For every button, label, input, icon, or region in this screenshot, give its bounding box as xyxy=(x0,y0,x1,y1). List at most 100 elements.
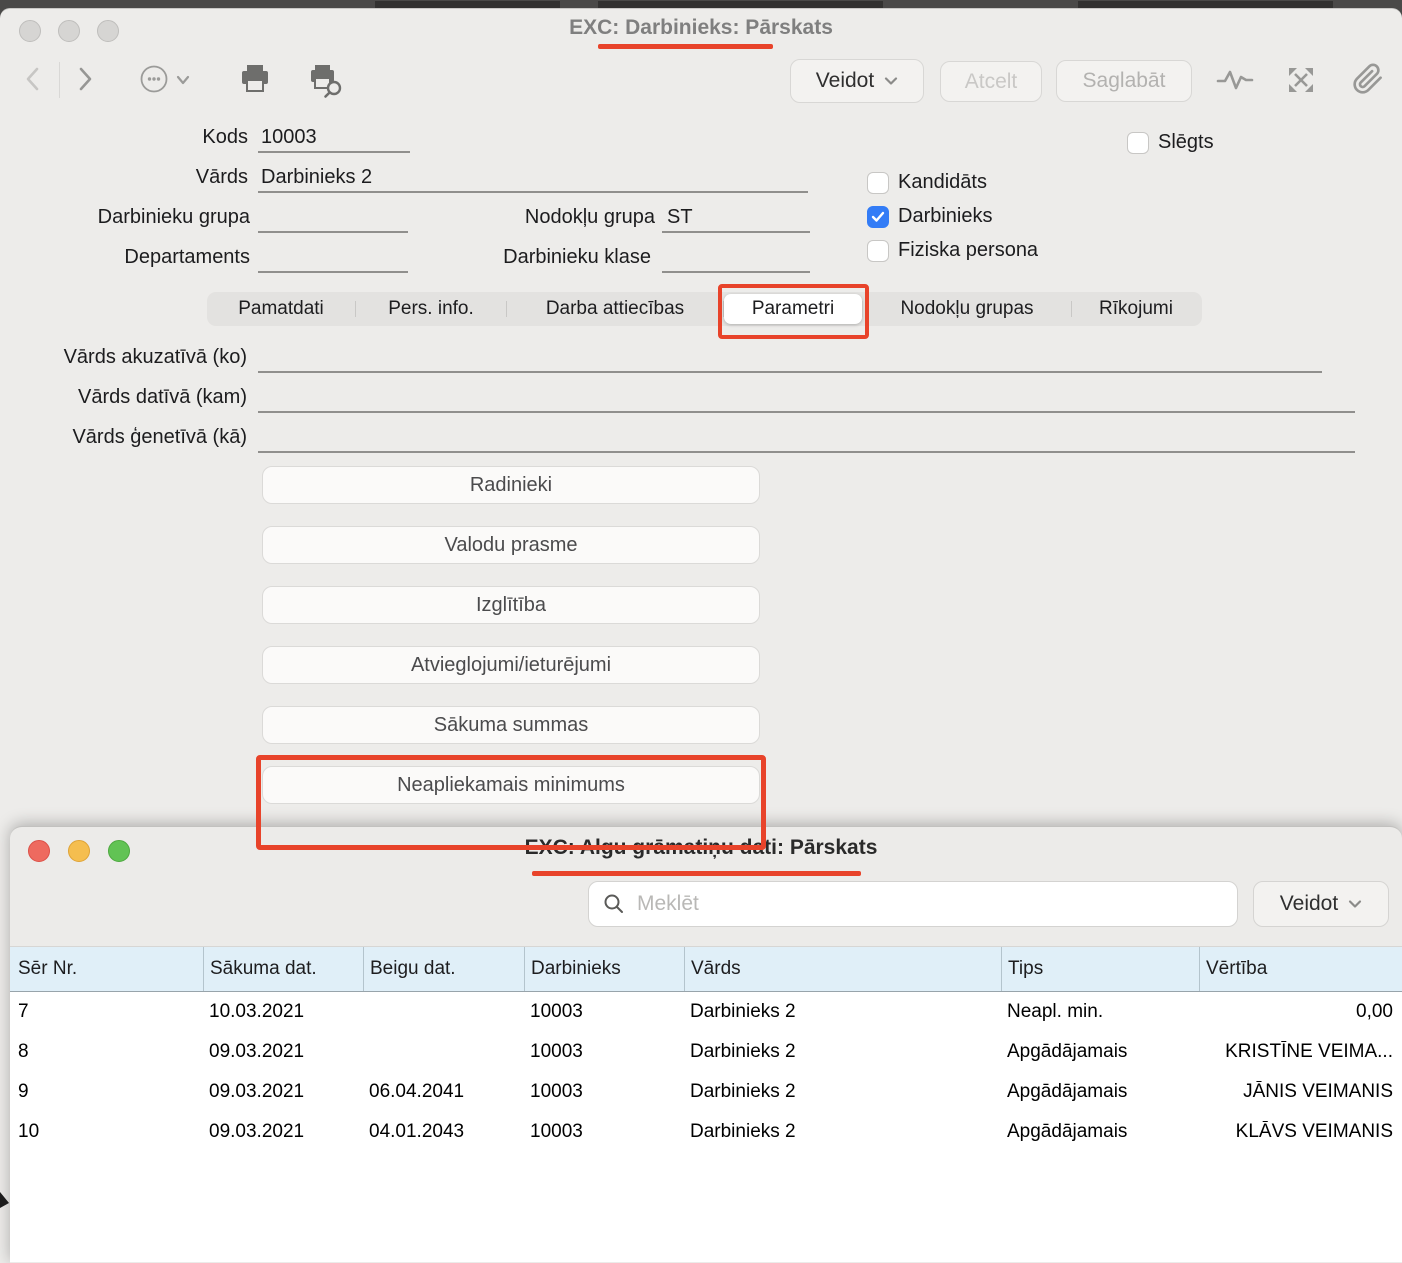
column-darbinieks[interactable]: Darbinieks xyxy=(524,947,684,991)
departaments-label: Departaments xyxy=(0,246,250,269)
chevron-down-icon xyxy=(1348,899,1362,909)
cell-sakuma-dat: 09.03.2021 xyxy=(203,1121,363,1143)
column-ser-nr[interactable]: Sēr Nr. xyxy=(10,947,203,991)
nodoklu-grupa-field[interactable]: ST xyxy=(667,206,807,229)
save-button-label: Saglabāt xyxy=(1083,69,1166,93)
cell-darbinieks: 10003 xyxy=(524,1081,684,1103)
cell-ser-nr: 8 xyxy=(10,1041,203,1063)
kods-field-line xyxy=(258,151,410,153)
kandidats-label: Kandidāts xyxy=(898,171,987,194)
vards-akuzativa-label: Vārds akuzatīvā (ko) xyxy=(0,346,247,369)
tab-rikojumi[interactable]: Rīkojumi xyxy=(1072,294,1200,324)
fiziska-persona-label: Fiziska persona xyxy=(898,239,1038,262)
annotation-title-underline xyxy=(598,44,773,49)
cell-vertiba: KRISTĪNE VEIMA... xyxy=(1199,1041,1402,1063)
annotation-parametri-box xyxy=(718,284,869,339)
slegts-checkbox[interactable]: Slēgts xyxy=(1127,131,1214,154)
cancel-button[interactable]: Atcelt xyxy=(940,61,1042,102)
cell-tips: Neapl. min. xyxy=(1001,1001,1199,1023)
table-header: Sēr Nr. Sākuma dat. Beigu dat. Darbiniek… xyxy=(10,946,1402,992)
darbinieku-klase-label: Darbinieku klase xyxy=(400,246,651,269)
search-input[interactable] xyxy=(635,891,1237,917)
checkmark-icon xyxy=(871,211,885,223)
vards-genetiva-label: Vārds ģenetīvā (kā) xyxy=(0,426,247,449)
print-preview-icon[interactable] xyxy=(306,62,346,100)
tab-bar: Pamatdati Pers. info. Darba attiecības P… xyxy=(207,292,1202,326)
back-icon[interactable] xyxy=(20,64,46,94)
cell-vards: Darbinieks 2 xyxy=(684,1121,1001,1143)
darbinieks-label: Darbinieks xyxy=(898,205,992,228)
vards-field-line xyxy=(258,191,808,193)
search-icon xyxy=(603,893,625,915)
cell-vards: Darbinieks 2 xyxy=(684,1001,1001,1023)
nodoklu-grupa-field-line xyxy=(662,231,810,233)
create-button[interactable]: Veidot xyxy=(790,59,924,103)
table-row[interactable]: 7 10.03.2021 10003 Darbinieks 2 Neapl. m… xyxy=(10,992,1402,1032)
create-button[interactable]: Veidot xyxy=(1253,881,1389,927)
cell-ser-nr: 10 xyxy=(10,1121,203,1143)
nodoklu-grupa-label: Nodokļu grupa xyxy=(400,206,655,229)
more-options-icon[interactable] xyxy=(138,64,196,94)
cell-vards: Darbinieks 2 xyxy=(684,1081,1001,1103)
attachment-icon[interactable] xyxy=(1352,62,1384,96)
table-row[interactable]: 9 09.03.2021 06.04.2041 10003 Darbinieks… xyxy=(10,1072,1402,1112)
column-vards[interactable]: Vārds xyxy=(684,947,1001,991)
table-row[interactable]: 8 09.03.2021 10003 Darbinieks 2 Apgādāja… xyxy=(10,1032,1402,1072)
cell-sakuma-dat: 09.03.2021 xyxy=(203,1041,363,1063)
darbinieku-grupa-label: Darbinieku grupa xyxy=(0,206,250,229)
activity-icon[interactable] xyxy=(1216,67,1254,93)
column-sakuma-dat[interactable]: Sākuma dat. xyxy=(203,947,363,991)
create-button-label: Veidot xyxy=(1280,892,1338,916)
cell-ser-nr: 7 xyxy=(10,1001,203,1023)
cell-darbinieks: 10003 xyxy=(524,1121,684,1143)
cell-vertiba: KLĀVS VEIMANIS xyxy=(1199,1121,1402,1143)
cell-vards: Darbinieks 2 xyxy=(684,1041,1001,1063)
vards-akuzativa-field[interactable] xyxy=(258,371,1322,373)
column-beigu-dat[interactable]: Beigu dat. xyxy=(363,947,524,991)
search-field[interactable] xyxy=(588,881,1238,927)
fiziska-persona-checkbox[interactable]: Fiziska persona xyxy=(867,239,1038,262)
save-button[interactable]: Saglabāt xyxy=(1056,60,1192,102)
vards-field[interactable]: Darbinieks 2 xyxy=(261,166,801,189)
cell-darbinieks: 10003 xyxy=(524,1001,684,1023)
atvieglojumi-ieturejumi-button[interactable]: Atvieglojumi/ieturējumi xyxy=(262,646,760,684)
radinieki-button[interactable]: Radinieki xyxy=(262,466,760,504)
forward-icon[interactable] xyxy=(72,64,98,94)
checkbox-box-checked xyxy=(867,206,889,228)
table-body: 7 10.03.2021 10003 Darbinieks 2 Neapl. m… xyxy=(10,992,1402,1262)
izglitiba-button[interactable]: Izglītība xyxy=(262,586,760,624)
cell-beigu-dat: 04.01.2043 xyxy=(363,1121,524,1143)
kandidats-checkbox[interactable]: Kandidāts xyxy=(867,171,987,194)
cell-vertiba: JĀNIS VEIMANIS xyxy=(1199,1081,1402,1103)
create-button-label: Veidot xyxy=(816,69,874,93)
window-title: EXC: Darbinieks: Pārskats xyxy=(0,16,1402,40)
vards-genetiva-field[interactable] xyxy=(258,451,1355,453)
kods-field[interactable]: 10003 xyxy=(261,126,411,149)
valodu-prasme-button[interactable]: Valodu prasme xyxy=(262,526,760,564)
tab-pers-info[interactable]: Pers. info. xyxy=(356,294,506,324)
table-row[interactable]: 10 09.03.2021 04.01.2043 10003 Darbiniek… xyxy=(10,1112,1402,1152)
cell-tips: Apgādājamais xyxy=(1001,1121,1199,1143)
departaments-field[interactable] xyxy=(258,271,408,273)
darbinieku-klase-field[interactable] xyxy=(662,271,810,273)
checkbox-box xyxy=(1127,132,1149,154)
print-icon[interactable] xyxy=(238,62,272,96)
annotation-neapliekamais-box xyxy=(256,755,766,850)
cell-beigu-dat: 06.04.2041 xyxy=(363,1081,524,1103)
darbinieku-grupa-field[interactable] xyxy=(258,231,408,233)
tab-nodoklu-grupas[interactable]: Nodokļu grupas xyxy=(863,294,1071,324)
column-tips[interactable]: Tips xyxy=(1001,947,1199,991)
column-vertiba[interactable]: Vērtība xyxy=(1199,947,1402,991)
vards-dativa-label: Vārds datīvā (kam) xyxy=(0,386,247,409)
checkbox-box xyxy=(867,240,889,262)
vards-dativa-field[interactable] xyxy=(258,411,1355,413)
darbinieks-checkbox[interactable]: Darbinieks xyxy=(867,205,992,228)
cell-sakuma-dat: 09.03.2021 xyxy=(203,1081,363,1103)
cell-vertiba: 0,00 xyxy=(1199,1001,1402,1023)
tab-pamatdati[interactable]: Pamatdati xyxy=(207,294,355,324)
chevron-down-icon xyxy=(884,76,898,86)
cell-tips: Apgādājamais xyxy=(1001,1041,1199,1063)
sakuma-summas-button[interactable]: Sākuma summas xyxy=(262,706,760,744)
tab-darba-attiecibas[interactable]: Darba attiecības xyxy=(507,294,723,324)
expand-icon[interactable] xyxy=(1286,65,1316,95)
